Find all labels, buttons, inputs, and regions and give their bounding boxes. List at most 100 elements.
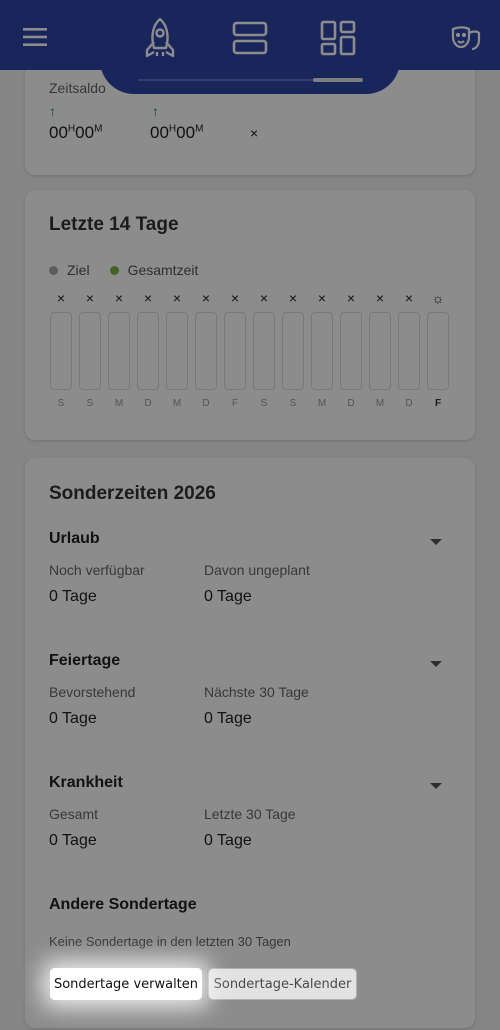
arrow-up-icon: ↑ — [152, 103, 159, 119]
day-label: F — [434, 398, 442, 409]
sun-icon: ☼ — [431, 290, 445, 306]
day-bar[interactable] — [108, 312, 130, 390]
stat-value: 0 Tage — [49, 832, 97, 849]
close-icon: × — [259, 290, 269, 306]
day-label: S — [289, 398, 297, 409]
stat-value: 0 Tage — [49, 588, 97, 605]
close-icon: × — [143, 290, 153, 306]
day-label: M — [375, 398, 385, 409]
close-icon: × — [404, 290, 414, 306]
chart-legend: Ziel Gesamtzeit — [49, 262, 198, 278]
legend-dot-ziel — [49, 265, 58, 275]
day-label: M — [114, 398, 124, 409]
stat-value: 0 Tage — [204, 588, 252, 605]
day-bar[interactable] — [369, 312, 391, 390]
time-value-2: 00H00M — [150, 123, 204, 142]
krankheit-title[interactable]: Krankheit — [49, 774, 123, 792]
card-title: Letzte 14 Tage — [49, 214, 179, 235]
day-label: D — [405, 398, 413, 409]
day-bar[interactable] — [195, 312, 217, 390]
day-label: M — [172, 398, 182, 409]
day-bar[interactable] — [398, 312, 420, 390]
day-column: × S — [78, 290, 102, 415]
feiertage-title[interactable]: Feiertage — [49, 652, 120, 670]
chevron-down-icon[interactable] — [430, 539, 442, 545]
legend-label-gesamtzeit: Gesamtzeit — [127, 262, 199, 278]
tab-indicator — [313, 78, 363, 82]
day-bar[interactable] — [224, 312, 246, 390]
close-icon: × — [114, 290, 124, 306]
time-value-1: 00H00M — [49, 123, 103, 142]
day-bar[interactable] — [427, 312, 449, 390]
stat-value: 0 Tage — [49, 710, 97, 727]
day-label: D — [144, 398, 152, 409]
app-page: Zeitsaldo ↑ 00H00M ↑ 00H00M × Letzte 14 … — [0, 0, 500, 1030]
day-column: × S — [252, 290, 276, 415]
arrow-up-icon: ↑ — [49, 103, 56, 119]
day-bar[interactable] — [340, 312, 362, 390]
sonderzeiten-card: Sonderzeiten 2026 Urlaub Noch verfügbar … — [25, 458, 475, 1028]
close-icon: × — [317, 290, 327, 306]
day-label: D — [202, 398, 210, 409]
day-label: D — [347, 398, 355, 409]
andere-title: Andere Sondertage — [49, 896, 197, 913]
dashboard-icon[interactable] — [316, 16, 360, 60]
day-bar[interactable] — [50, 312, 72, 390]
day-column: × D — [339, 290, 363, 415]
close-icon: × — [172, 290, 182, 306]
card-title: Sonderzeiten 2026 — [49, 483, 216, 504]
close-icon: × — [346, 290, 356, 306]
close-icon: × — [230, 290, 240, 306]
legend-dot-gesamtzeit — [109, 265, 119, 275]
andere-note: Keine Sondertage in den letzten 30 Tagen — [49, 934, 291, 949]
hamburger-icon[interactable] — [20, 24, 50, 50]
close-icon[interactable]: × — [250, 125, 258, 141]
rocket-icon[interactable] — [140, 16, 180, 60]
close-icon: × — [288, 290, 298, 306]
day-column: × M — [368, 290, 392, 415]
sondertage-verwalten-button[interactable]: Sondertage verwalten — [50, 968, 202, 1000]
day-column: × S — [281, 290, 305, 415]
zeitsaldo-label: Zeitsaldo — [49, 80, 106, 96]
day-column: × M — [165, 290, 189, 415]
legend-label-ziel: Ziel — [67, 262, 90, 278]
app-bar-curve — [100, 60, 400, 94]
day-bar[interactable] — [253, 312, 275, 390]
rows-icon[interactable] — [228, 16, 272, 60]
day-bar[interactable] — [311, 312, 333, 390]
day-column: × S — [49, 290, 73, 415]
day-label: S — [57, 398, 65, 409]
day-bar[interactable] — [282, 312, 304, 390]
stat-value: 0 Tage — [204, 832, 252, 849]
day-bar[interactable] — [137, 312, 159, 390]
stat-value: 0 Tage — [204, 710, 252, 727]
stat-label: Davon ungeplant — [204, 562, 310, 578]
stat-label: Noch verfügbar — [49, 562, 145, 578]
day-column: × D — [136, 290, 160, 415]
urlaub-title[interactable]: Urlaub — [49, 530, 100, 548]
sondertage-kalender-button[interactable]: Sondertage-Kalender — [208, 968, 357, 1000]
day-bar[interactable] — [79, 312, 101, 390]
chevron-down-icon[interactable] — [430, 783, 442, 789]
day-column: ☼ F — [426, 290, 450, 415]
day-column: × D — [397, 290, 421, 415]
last-14-days-card: Letzte 14 Tage Ziel Gesamtzeit × S × S × M × D ×… — [25, 190, 475, 440]
close-icon: × — [375, 290, 385, 306]
stat-label: Letzte 30 Tage — [204, 806, 296, 822]
day-label: S — [260, 398, 268, 409]
close-icon: × — [56, 290, 66, 306]
day-column: × M — [310, 290, 334, 415]
day-bar[interactable] — [166, 312, 188, 390]
day-bars: × S × S × M × D × M × D × F × S × S × M × D × M × D ☼ F — [49, 290, 454, 415]
stat-label: Gesamt — [49, 806, 99, 822]
day-label: M — [317, 398, 327, 409]
theater-masks-icon[interactable] — [450, 24, 482, 52]
tab-track — [138, 79, 313, 81]
close-icon: × — [85, 290, 95, 306]
day-label: S — [86, 398, 94, 409]
close-icon: × — [201, 290, 211, 306]
chevron-down-icon[interactable] — [430, 661, 442, 667]
stat-label: Bevorstehend — [49, 684, 136, 700]
day-label: F — [231, 398, 239, 409]
stat-label: Nächste 30 Tage — [204, 684, 309, 700]
